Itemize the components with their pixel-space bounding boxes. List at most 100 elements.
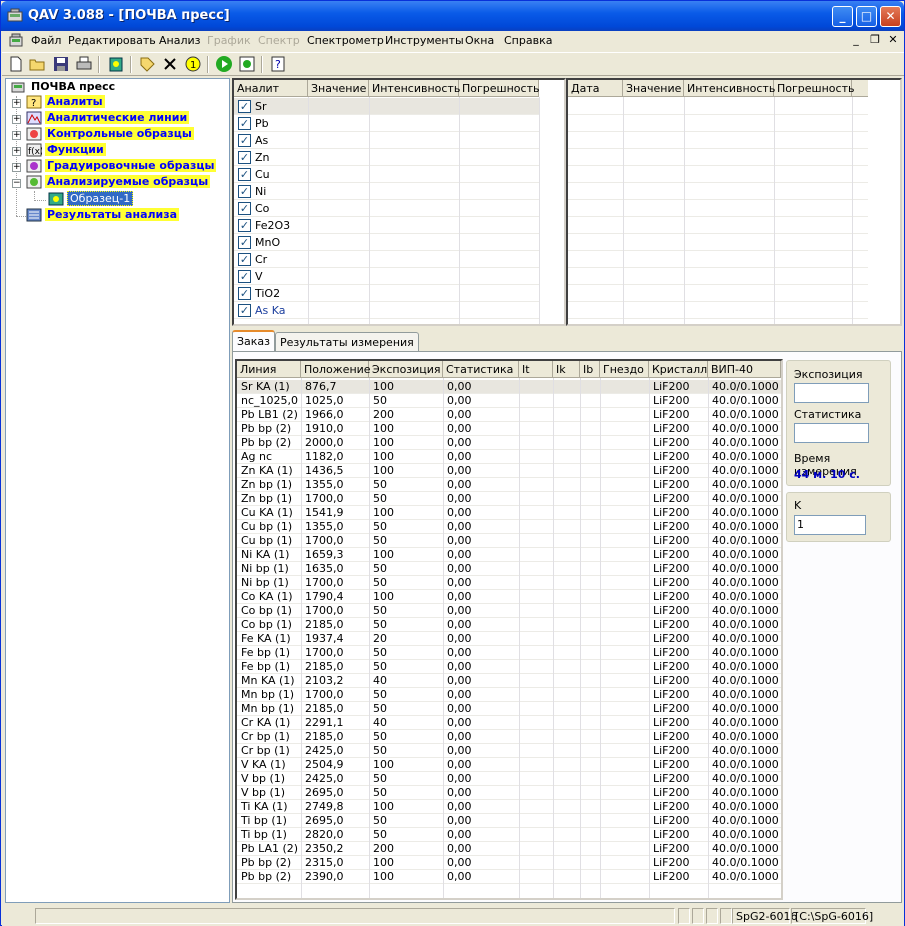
order-cell[interactable]: 0,00: [447, 814, 472, 827]
order-cell[interactable]: Fe KA (1): [241, 632, 291, 645]
k-field[interactable]: 1: [794, 515, 866, 535]
order-cell[interactable]: 100: [373, 548, 394, 561]
order-cell[interactable]: 40.0/0.1000: [712, 828, 779, 841]
col-header[interactable]: Гнездо: [600, 361, 649, 378]
tab-measurement-results[interactable]: Результаты измерения: [275, 332, 419, 352]
order-cell[interactable]: 1966,0: [305, 408, 344, 421]
order-cell[interactable]: Cu bp (1): [241, 534, 292, 547]
tree-node-control-samples[interactable]: Контрольные образцы: [26, 127, 194, 143]
tree-node-analyzed-samples[interactable]: Анализируемые образцы: [26, 175, 211, 191]
tree-node-functions[interactable]: f(x) Функции: [26, 143, 106, 159]
order-cell[interactable]: Co KA (1): [241, 590, 293, 603]
open-folder-icon[interactable]: [28, 55, 46, 73]
order-cell[interactable]: 100: [373, 450, 394, 463]
order-cell[interactable]: 50: [373, 828, 387, 841]
order-cell[interactable]: 50: [373, 562, 387, 575]
project-tree[interactable]: ПОЧВА пресс + ? Аналиты + Аналитические л…: [5, 78, 230, 903]
order-cell[interactable]: 1541,9: [305, 506, 344, 519]
order-cell[interactable]: 100: [373, 506, 394, 519]
save-icon[interactable]: [52, 55, 70, 73]
order-cell[interactable]: 0,00: [447, 856, 472, 869]
order-cell[interactable]: 2350,2: [305, 842, 344, 855]
order-cell[interactable]: 0,00: [447, 380, 472, 393]
order-cell[interactable]: LiF200: [653, 520, 690, 533]
analyte-checkbox[interactable]: ✓: [238, 134, 251, 147]
col-header[interactable]: Интенсивность: [369, 80, 460, 97]
order-cell[interactable]: 40.0/0.1000: [712, 436, 779, 449]
order-cell[interactable]: LiF200: [653, 660, 690, 673]
order-cell[interactable]: 40.0/0.1000: [712, 520, 779, 533]
analyte-checkbox[interactable]: ✓: [238, 270, 251, 283]
help-icon[interactable]: ?: [269, 55, 287, 73]
order-cell[interactable]: 0,00: [447, 828, 472, 841]
col-header[interactable]: Статистика: [443, 361, 519, 378]
order-cell[interactable]: 40.0/0.1000: [712, 870, 779, 883]
print-icon[interactable]: [75, 55, 93, 73]
order-cell[interactable]: LiF200: [653, 646, 690, 659]
order-cell[interactable]: 40.0/0.1000: [712, 492, 779, 505]
order-cell[interactable]: LiF200: [653, 772, 690, 785]
order-cell[interactable]: 1910,0: [305, 422, 344, 435]
order-cell[interactable]: 0,00: [447, 506, 472, 519]
order-cell[interactable]: 0,00: [447, 800, 472, 813]
order-cell[interactable]: Fe bp (1): [241, 646, 290, 659]
order-cell[interactable]: 100: [373, 422, 394, 435]
analyte-name[interactable]: Zn: [255, 151, 270, 164]
order-cell[interactable]: 40.0/0.1000: [712, 576, 779, 589]
order-cell[interactable]: 40.0/0.1000: [712, 744, 779, 757]
order-cell[interactable]: Mn bp (1): [241, 688, 294, 701]
col-header[interactable]: Положение: [301, 361, 371, 378]
order-cell[interactable]: 2185,0: [305, 730, 344, 743]
order-cell[interactable]: 40.0/0.1000: [712, 632, 779, 645]
order-cell[interactable]: 1182,0: [305, 450, 344, 463]
order-cell[interactable]: 40.0/0.1000: [712, 660, 779, 673]
order-cell[interactable]: 40.0/0.1000: [712, 772, 779, 785]
order-cell[interactable]: Ni bp (1): [241, 576, 289, 589]
col-header[interactable]: Аналит: [234, 80, 308, 97]
order-cell[interactable]: 2504,9: [305, 758, 344, 771]
order-cell[interactable]: Sr KA (1): [241, 380, 290, 393]
order-cell[interactable]: 2695,0: [305, 814, 344, 827]
order-cell[interactable]: 0,00: [447, 408, 472, 421]
analyte-checkbox[interactable]: ✓: [238, 236, 251, 249]
order-cell[interactable]: 50: [373, 772, 387, 785]
analyte-checkbox[interactable]: ✓: [238, 304, 251, 317]
col-header[interactable]: Экспозиция: [369, 361, 443, 378]
title-bar[interactable]: QAV 3.088 - [ПОЧВА пресс] _ □ ✕: [1, 1, 904, 31]
mdi-close-icon[interactable]: ✕: [886, 33, 900, 47]
order-cell[interactable]: 40.0/0.1000: [712, 478, 779, 491]
order-cell[interactable]: Ti KA (1): [241, 800, 288, 813]
order-cell[interactable]: 50: [373, 660, 387, 673]
order-cell[interactable]: 40.0/0.1000: [712, 646, 779, 659]
order-cell[interactable]: 1355,0: [305, 520, 344, 533]
order-cell[interactable]: LiF200: [653, 786, 690, 799]
order-cell[interactable]: LiF200: [653, 744, 690, 757]
analyte-checkbox[interactable]: ✓: [238, 185, 251, 198]
order-cell[interactable]: Co bp (1): [241, 618, 292, 631]
analyte-name[interactable]: As: [255, 134, 268, 147]
order-cell[interactable]: 1937,4: [305, 632, 344, 645]
order-cell[interactable]: 1700,0: [305, 492, 344, 505]
analyte-name[interactable]: Fe2O3: [255, 219, 290, 232]
order-cell[interactable]: 40.0/0.1000: [712, 604, 779, 617]
menu-analysis[interactable]: Анализ: [159, 34, 201, 47]
order-cell[interactable]: LiF200: [653, 730, 690, 743]
order-cell[interactable]: Pb LA1 (2): [241, 842, 298, 855]
order-cell[interactable]: 100: [373, 464, 394, 477]
measure-icon[interactable]: [238, 55, 256, 73]
order-cell[interactable]: LiF200: [653, 604, 690, 617]
order-cell[interactable]: 100: [373, 856, 394, 869]
order-cell[interactable]: nc_1025,0: [241, 394, 298, 407]
analyte-checkbox[interactable]: ✓: [238, 202, 251, 215]
order-cell[interactable]: 2185,0: [305, 702, 344, 715]
order-cell[interactable]: Mn KA (1): [241, 674, 295, 687]
order-cell[interactable]: 0,00: [447, 450, 472, 463]
order-cell[interactable]: 0,00: [447, 730, 472, 743]
exposure-field[interactable]: [794, 383, 869, 403]
order-cell[interactable]: 100: [373, 590, 394, 603]
menu-graph[interactable]: График: [207, 34, 251, 47]
analyte-name[interactable]: Cr: [255, 253, 267, 266]
expand-icon[interactable]: +: [12, 115, 21, 124]
analyte-checkbox[interactable]: ✓: [238, 219, 251, 232]
analyte-grid[interactable]: Аналит Значение Интенсивность Погрешност…: [232, 78, 566, 326]
